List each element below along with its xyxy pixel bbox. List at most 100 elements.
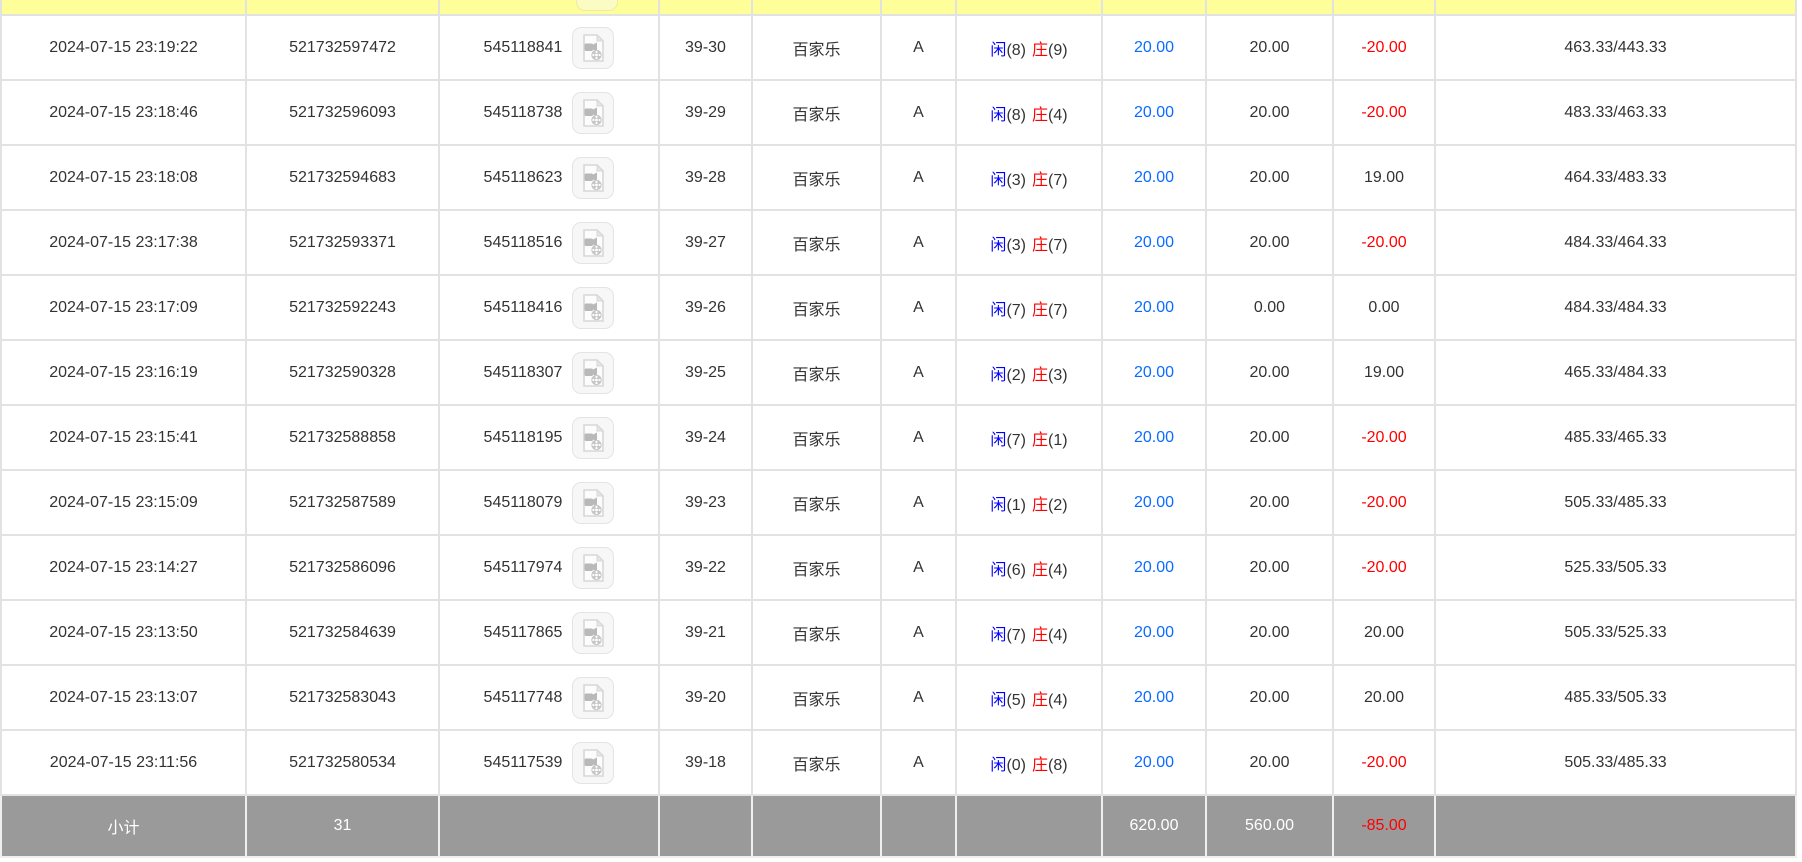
bet-time-cell: 2024-07-15 23:16:19 <box>1 340 246 405</box>
player-points: (3) <box>1006 172 1026 189</box>
result-cell: 闲(3)庄(7) <box>956 145 1102 210</box>
video-replay-button[interactable] <box>572 352 614 394</box>
video-replay-button[interactable] <box>572 92 614 134</box>
result-cell: 闲(3)庄(7) <box>956 210 1102 275</box>
bet-amount-link[interactable]: 20.00 <box>1134 494 1174 511</box>
result-cell: 闲(8)庄(9) <box>956 15 1102 80</box>
bet-amount-link[interactable]: 20.00 <box>1134 559 1174 576</box>
bet-amount-cell: 20.00 <box>1102 535 1206 600</box>
balance-cell: 505.33/525.33 <box>1435 600 1796 665</box>
video-replay-button[interactable] <box>572 27 614 69</box>
game-type-cell: 百家乐 <box>752 15 881 80</box>
bet-amount-cell: 20.00 <box>1102 405 1206 470</box>
balance-cell: 485.33/465.33 <box>1435 405 1796 470</box>
banker-label: 庄 <box>1032 432 1048 449</box>
balance-cell: 505.33/485.33 <box>1435 470 1796 535</box>
video-replay-button[interactable] <box>572 417 614 459</box>
order-number-cell: 521732583043 <box>246 665 439 730</box>
highlighted-row <box>1 0 1796 15</box>
table-code-cell: A <box>881 405 956 470</box>
video-replay-button[interactable] <box>572 482 614 524</box>
subtotal-empty-cell <box>881 795 956 857</box>
player-label: 闲 <box>990 172 1006 189</box>
win-loss-cell: -20.00 <box>1333 730 1435 795</box>
table-round-cell: 39-22 <box>659 535 752 600</box>
bet-time-cell: 2024-07-15 23:15:09 <box>1 470 246 535</box>
game-number: 545117974 <box>484 559 563 577</box>
valid-bet-cell: 20.00 <box>1206 80 1333 145</box>
bet-amount-link[interactable]: 20.00 <box>1134 39 1174 56</box>
bet-amount-link[interactable]: 20.00 <box>1134 299 1174 316</box>
bet-amount-link[interactable]: 20.00 <box>1134 234 1174 251</box>
banker-points: (1) <box>1048 432 1068 449</box>
win-loss-cell: -20.00 <box>1333 535 1435 600</box>
player-points: (7) <box>1006 627 1026 644</box>
game-type-cell: 百家乐 <box>752 210 881 275</box>
video-replay-button[interactable] <box>572 612 614 654</box>
game-number-cell: 545118416 <box>439 275 659 340</box>
player-points: (7) <box>1006 432 1026 449</box>
highlight-cell <box>659 0 752 15</box>
highlight-cell <box>1333 0 1435 15</box>
table-code-cell: A <box>881 730 956 795</box>
bet-amount-link[interactable]: 20.00 <box>1134 429 1174 446</box>
bet-time-cell: 2024-07-15 23:14:27 <box>1 535 246 600</box>
balance-cell: 463.33/443.33 <box>1435 15 1796 80</box>
banker-points: (2) <box>1048 497 1068 514</box>
video-replay-button[interactable] <box>572 742 614 784</box>
video-film-icon <box>579 163 607 193</box>
result-cell: 闲(7)庄(1) <box>956 405 1102 470</box>
bet-amount-cell: 20.00 <box>1102 600 1206 665</box>
subtotal-valid-bet-total: 560.00 <box>1206 795 1333 857</box>
table-code-cell: A <box>881 340 956 405</box>
video-replay-button[interactable] <box>572 157 614 199</box>
bet-amount-link[interactable]: 20.00 <box>1134 104 1174 121</box>
bet-amount-link[interactable]: 20.00 <box>1134 689 1174 706</box>
video-replay-button[interactable] <box>572 547 614 589</box>
valid-bet-cell: 20.00 <box>1206 535 1333 600</box>
bet-time-cell: 2024-07-15 23:15:41 <box>1 405 246 470</box>
table-round-cell: 39-26 <box>659 275 752 340</box>
game-number: 545118623 <box>484 169 563 187</box>
highlight-cell <box>1 0 246 15</box>
order-number-cell: 521732596093 <box>246 80 439 145</box>
balance-cell: 464.33/483.33 <box>1435 145 1796 210</box>
banker-label: 庄 <box>1032 562 1048 579</box>
bet-time-cell: 2024-07-15 23:17:09 <box>1 275 246 340</box>
banker-label: 庄 <box>1032 237 1048 254</box>
player-points: (5) <box>1006 692 1026 709</box>
valid-bet-cell: 20.00 <box>1206 145 1333 210</box>
bet-amount-link[interactable]: 20.00 <box>1134 754 1174 771</box>
banker-points: (4) <box>1048 562 1068 579</box>
video-replay-button[interactable] <box>572 222 614 264</box>
order-number-cell: 521732586096 <box>246 535 439 600</box>
highlight-cell <box>246 0 439 15</box>
win-loss-cell: -20.00 <box>1333 80 1435 145</box>
balance-cell: 485.33/505.33 <box>1435 665 1796 730</box>
table-round-cell: 39-28 <box>659 145 752 210</box>
result-cell: 闲(1)庄(2) <box>956 470 1102 535</box>
valid-bet-cell: 0.00 <box>1206 275 1333 340</box>
table-row: 2024-07-15 23:15:41 521732588858 5451181… <box>1 405 1796 470</box>
bet-amount-link[interactable]: 20.00 <box>1134 169 1174 186</box>
bet-amount-cell: 20.00 <box>1102 15 1206 80</box>
banker-label: 庄 <box>1032 367 1048 384</box>
video-replay-button[interactable] <box>572 287 614 329</box>
subtotal-empty-cell <box>956 795 1102 857</box>
bet-amount-cell: 20.00 <box>1102 730 1206 795</box>
bet-amount-link[interactable]: 20.00 <box>1134 624 1174 641</box>
bet-time-cell: 2024-07-15 23:19:22 <box>1 15 246 80</box>
video-replay-button[interactable] <box>576 0 618 11</box>
bet-amount-cell: 20.00 <box>1102 340 1206 405</box>
player-label: 闲 <box>990 627 1006 644</box>
subtotal-empty-cell <box>659 795 752 857</box>
game-number-cell: 545117748 <box>439 665 659 730</box>
subtotal-empty-cell <box>1435 795 1796 857</box>
bet-amount-link[interactable]: 20.00 <box>1134 364 1174 381</box>
video-replay-button[interactable] <box>572 677 614 719</box>
balance-cell: 484.33/464.33 <box>1435 210 1796 275</box>
video-film-icon <box>579 98 607 128</box>
win-loss-cell: -20.00 <box>1333 405 1435 470</box>
game-type-cell: 百家乐 <box>752 405 881 470</box>
table-code-cell: A <box>881 80 956 145</box>
